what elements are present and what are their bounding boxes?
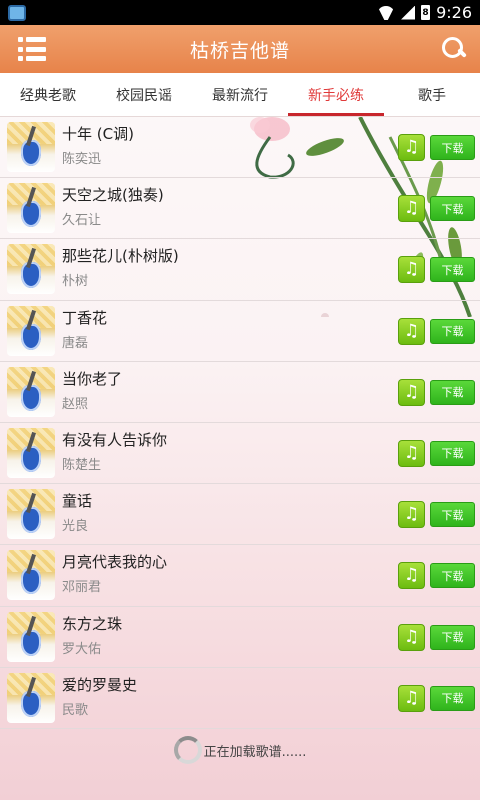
song-title: 童话 <box>62 492 93 511</box>
download-button[interactable]: 下载 <box>430 563 475 589</box>
list-item[interactable]: 有没有人告诉你 陈楚生 ♫ 下载 <box>0 423 480 485</box>
download-button[interactable]: 下载 <box>430 502 475 528</box>
wifi-icon <box>377 6 395 20</box>
song-artist: 民歌 <box>62 702 89 718</box>
menu-list-icon[interactable] <box>18 37 46 61</box>
guitar-thumbnail-icon <box>7 305 55 356</box>
battery-icon: 8 <box>421 5 431 20</box>
loading-spinner-icon <box>173 736 202 764</box>
list-item[interactable]: 天空之城(独奏) 久石让 ♫ 下载 <box>0 178 480 240</box>
tab-latest-pop[interactable]: 最新流行 <box>192 73 288 116</box>
song-title: 十年 (C调) <box>62 125 134 143</box>
song-title: 当你老了 <box>62 369 123 388</box>
list-item[interactable]: 当你老了 赵照 ♫ 下载 <box>0 362 480 423</box>
list-item[interactable]: 爱的罗曼史 民歌 ♫ 下载 <box>0 668 480 729</box>
guitar-thumbnail-icon <box>7 183 55 234</box>
song-title: 爱的罗曼史 <box>62 675 138 694</box>
music-note-icon[interactable]: ♫ <box>398 134 425 161</box>
guitar-thumbnail-icon <box>7 489 55 540</box>
list-item[interactable]: 十年 (C调) 陈奕迅 ♫ 下载 <box>0 117 480 179</box>
tab-beginner-practice[interactable]: 新手必练 <box>288 73 384 116</box>
battery-level: 8 <box>422 7 429 18</box>
guitar-thumbnail-icon <box>7 611 55 662</box>
loading-indicator: 正在加载歌谱...... <box>0 735 480 765</box>
guitar-thumbnail-icon <box>7 672 55 723</box>
status-bar: 8 9:26 <box>0 0 480 25</box>
download-button[interactable]: 下载 <box>430 196 475 222</box>
guitar-thumbnail-icon <box>7 366 55 417</box>
song-list: 十年 (C调) 陈奕迅 ♫ 下载 天空之城(独奏) 久石让 ♫ 下载 那些花儿(… <box>0 117 480 729</box>
download-button[interactable]: 下载 <box>430 685 475 711</box>
song-title: 月亮代表我的心 <box>62 553 168 572</box>
music-note-icon[interactable]: ♫ <box>398 501 425 529</box>
download-button[interactable]: 下载 <box>430 135 475 160</box>
music-note-icon[interactable]: ♫ <box>398 562 425 590</box>
list-item[interactable]: 那些花儿(朴树版) 朴树 ♫ 下载 <box>0 239 480 301</box>
category-tabs: 经典老歌 校园民谣 最新流行 新手必练 歌手 <box>0 73 480 117</box>
notification-icon <box>8 4 26 21</box>
app-title: 枯桥吉他谱 <box>189 39 290 62</box>
song-artist: 唐磊 <box>62 335 89 351</box>
tab-classic-songs[interactable]: 经典老歌 <box>0 73 96 116</box>
guitar-thumbnail-icon <box>7 244 55 295</box>
download-button[interactable]: 下载 <box>430 318 475 344</box>
list-item[interactable]: 月亮代表我的心 邓丽君 ♫ 下载 <box>0 545 480 607</box>
song-title: 那些花儿(朴树版) <box>62 247 179 266</box>
song-artist: 罗大佑 <box>62 641 102 657</box>
song-artist: 陈奕迅 <box>62 152 102 167</box>
search-icon[interactable] <box>440 35 468 63</box>
download-button[interactable]: 下载 <box>430 440 475 466</box>
music-note-icon[interactable]: ♫ <box>398 439 425 467</box>
song-title: 天空之城(独奏) <box>62 186 164 205</box>
song-artist: 朴树 <box>62 274 89 290</box>
guitar-thumbnail-icon <box>7 122 55 172</box>
clock: 9:26 <box>436 3 472 22</box>
music-note-icon[interactable]: ♫ <box>398 623 425 651</box>
tab-singers[interactable]: 歌手 <box>384 73 480 116</box>
song-title: 丁香花 <box>62 308 108 327</box>
list-item[interactable]: 丁香花 唐磊 ♫ 下载 <box>0 301 480 362</box>
list-item[interactable]: 童话 光良 ♫ 下载 <box>0 484 480 546</box>
song-artist: 陈楚生 <box>62 457 102 473</box>
song-title: 东方之珠 <box>62 614 123 633</box>
song-artist: 久石让 <box>62 213 102 229</box>
music-note-icon[interactable]: ♫ <box>398 256 425 284</box>
song-artist: 光良 <box>62 519 89 535</box>
signal-icon <box>401 5 416 20</box>
music-note-icon[interactable]: ♫ <box>398 317 425 345</box>
download-button[interactable]: 下载 <box>430 257 475 283</box>
song-title: 有没有人告诉你 <box>62 430 168 449</box>
music-note-icon[interactable]: ♫ <box>398 195 425 223</box>
download-button[interactable]: 下载 <box>430 624 475 650</box>
app-header: 枯桥吉他谱 <box>0 25 480 73</box>
music-note-icon[interactable]: ♫ <box>398 684 425 712</box>
tab-campus-folk[interactable]: 校园民谣 <box>96 73 192 116</box>
guitar-thumbnail-icon <box>7 550 55 601</box>
loading-text: 正在加载歌谱...... <box>203 744 307 760</box>
song-artist: 赵照 <box>62 396 89 412</box>
song-artist: 邓丽君 <box>62 580 102 596</box>
download-button[interactable]: 下载 <box>430 379 475 405</box>
list-item[interactable]: 东方之珠 罗大佑 ♫ 下载 <box>0 607 480 668</box>
music-note-icon[interactable]: ♫ <box>398 378 425 406</box>
guitar-thumbnail-icon <box>7 427 55 478</box>
